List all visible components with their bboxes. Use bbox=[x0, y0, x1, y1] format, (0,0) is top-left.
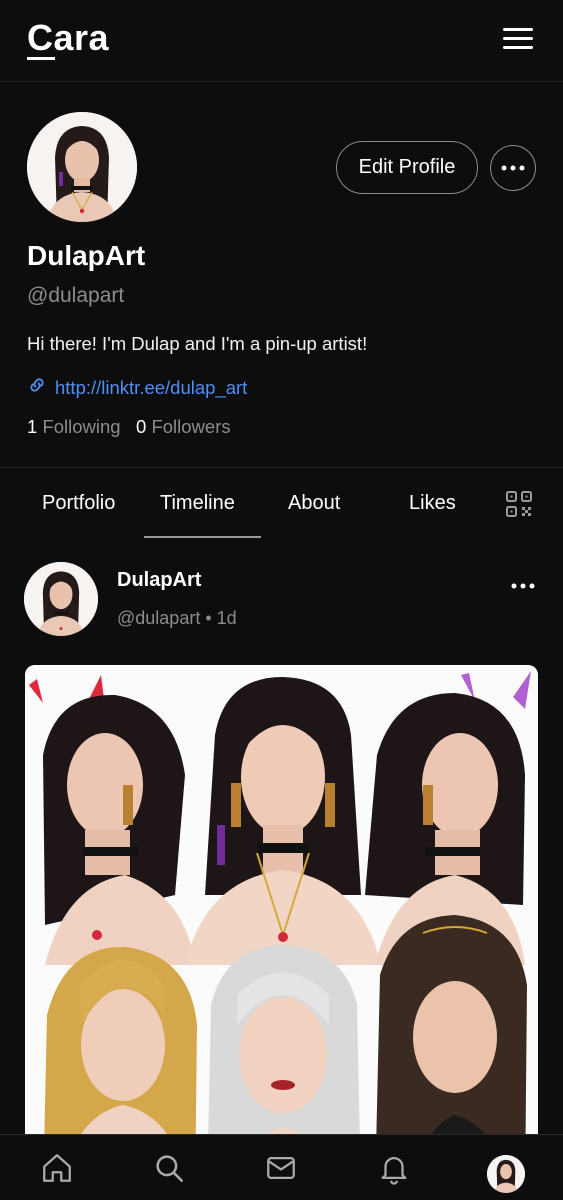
tab-likes[interactable]: Likes bbox=[409, 492, 456, 515]
follow-stats: 1 Following 0 Followers bbox=[27, 416, 231, 438]
search-icon[interactable] bbox=[152, 1151, 186, 1185]
following-label: Following bbox=[42, 416, 121, 437]
profile-more-button[interactable] bbox=[490, 145, 536, 191]
profile-tabs: Portfolio Timeline About Likes bbox=[0, 467, 563, 539]
post-author-handle: @dulapart bbox=[117, 608, 201, 628]
post-meta: @dulapart • 1d bbox=[117, 608, 237, 629]
tab-timeline[interactable]: Timeline bbox=[160, 492, 235, 515]
profile-link[interactable]: http://linktr.ee/dulap_art bbox=[27, 375, 247, 400]
mail-icon[interactable] bbox=[264, 1151, 298, 1185]
active-tab-indicator bbox=[144, 536, 261, 538]
bottom-navigation bbox=[0, 1134, 563, 1200]
post-artwork-image[interactable] bbox=[25, 665, 538, 1195]
followers-stat[interactable]: 0 Followers bbox=[136, 416, 231, 437]
followers-count: 0 bbox=[136, 416, 147, 437]
more-horizontal-icon bbox=[511, 583, 535, 589]
more-horizontal-icon bbox=[501, 165, 525, 171]
hamburger-menu-icon[interactable] bbox=[503, 28, 533, 52]
profile-link-text[interactable]: http://linktr.ee/dulap_art bbox=[55, 377, 247, 399]
post-meta-separator: • bbox=[205, 608, 212, 628]
edit-profile-button[interactable]: Edit Profile bbox=[336, 141, 478, 194]
following-stat[interactable]: 1 Following bbox=[27, 416, 121, 437]
post-more-button[interactable] bbox=[508, 578, 538, 594]
app-header: Cara bbox=[0, 0, 563, 82]
link-icon bbox=[27, 375, 47, 400]
profile-avatar[interactable] bbox=[27, 112, 137, 222]
following-count: 1 bbox=[27, 416, 38, 437]
profile-handle: @dulapart bbox=[27, 284, 125, 307]
profile-bio: Hi there! I'm Dulap and I'm a pin-up art… bbox=[27, 333, 368, 354]
profile-display-name: DulapArt bbox=[27, 240, 146, 271]
tab-portfolio[interactable]: Portfolio bbox=[42, 492, 115, 515]
profile-avatar-nav[interactable] bbox=[487, 1155, 525, 1193]
cara-logo[interactable]: Cara bbox=[27, 16, 109, 60]
qr-code-icon[interactable] bbox=[505, 490, 533, 518]
bell-icon[interactable] bbox=[377, 1151, 411, 1185]
followers-label: Followers bbox=[151, 416, 231, 437]
post-timestamp: 1d bbox=[216, 608, 237, 628]
post-author-name[interactable]: DulapArt bbox=[117, 569, 201, 592]
logo-underline bbox=[27, 57, 55, 60]
tab-about[interactable]: About bbox=[288, 492, 340, 515]
home-icon[interactable] bbox=[40, 1151, 74, 1185]
post-author-avatar[interactable] bbox=[24, 562, 98, 636]
